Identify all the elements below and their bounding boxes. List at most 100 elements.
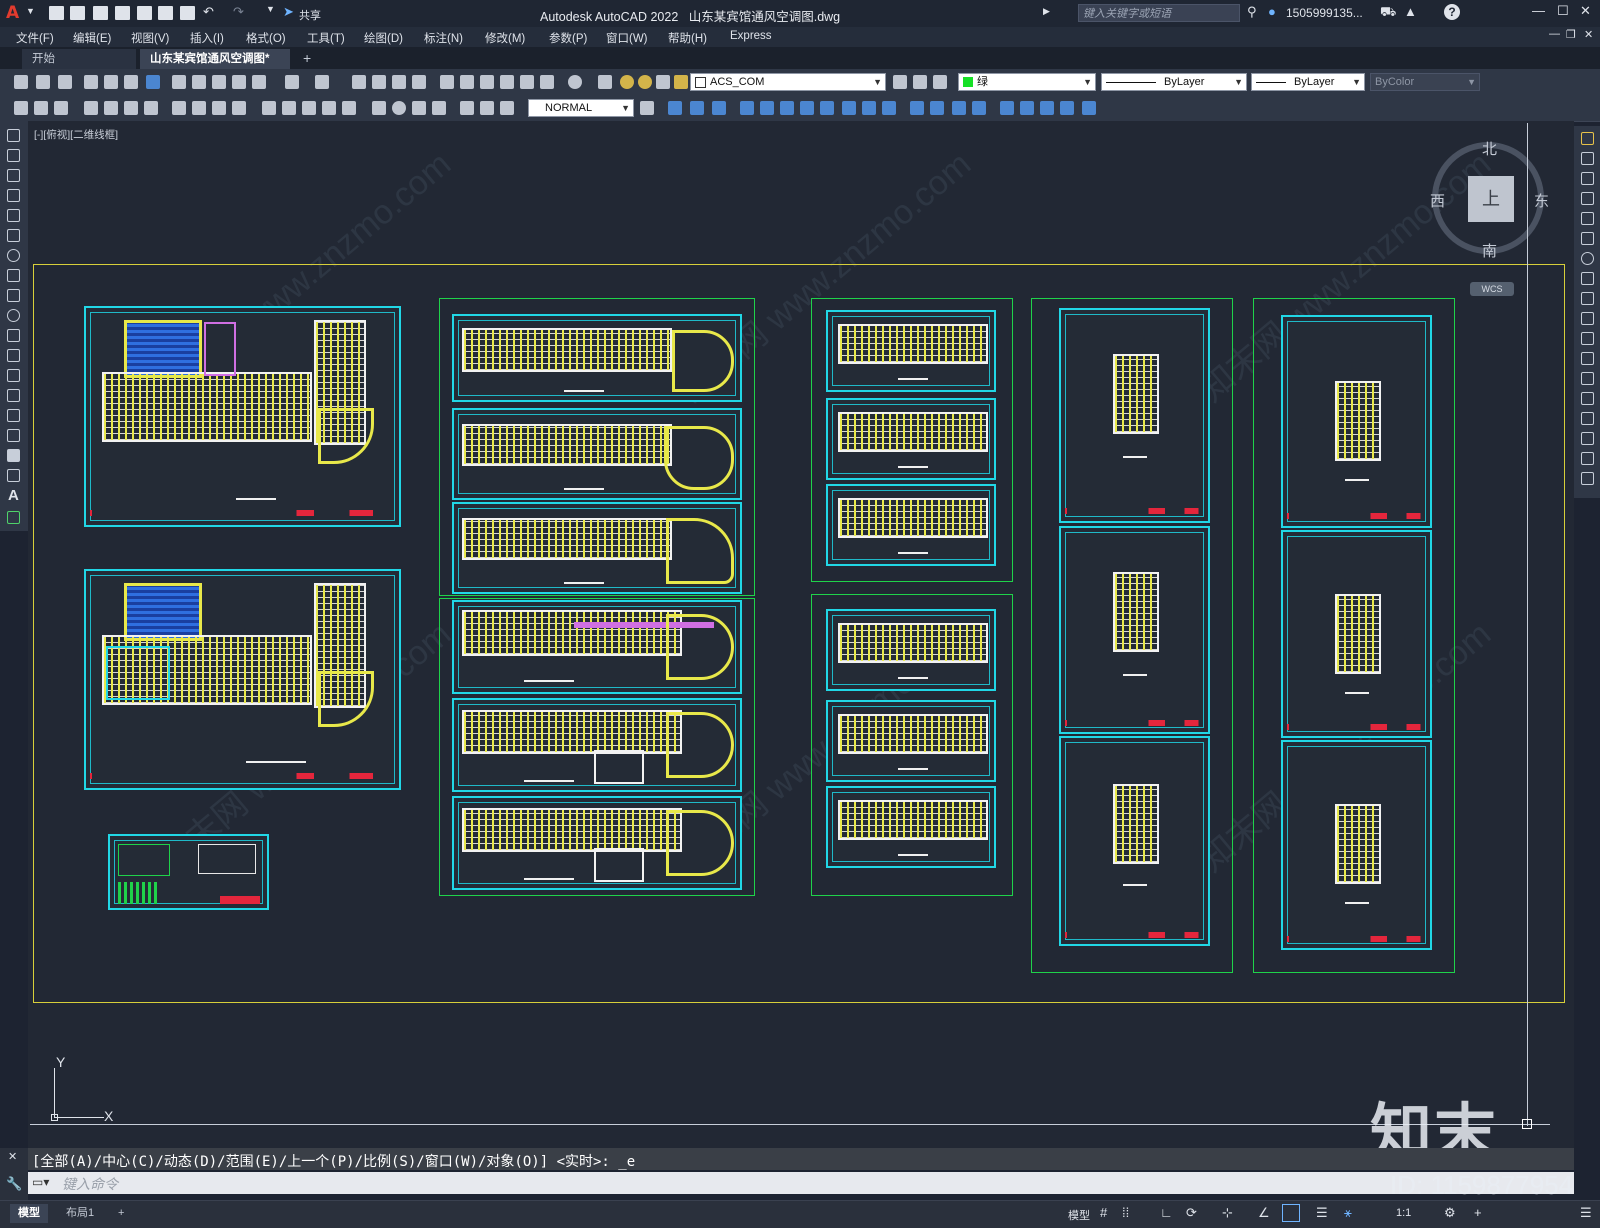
make-block-icon[interactable] — [7, 369, 20, 382]
drawing-sheet[interactable] — [452, 314, 742, 402]
modify-icon-3[interactable] — [712, 101, 726, 115]
layer-vp-icon[interactable] — [656, 75, 670, 89]
tool-icon-2[interactable] — [34, 101, 48, 115]
workspace-gear-icon[interactable]: ⚙ — [1444, 1205, 1456, 1221]
multiline-text-icon[interactable]: A — [8, 487, 19, 504]
open-web-icon[interactable] — [137, 6, 152, 20]
match-properties-icon[interactable] — [232, 75, 246, 89]
polar-icon[interactable]: ⟳ — [1186, 1205, 1197, 1221]
modify-icon-9[interactable] — [842, 101, 856, 115]
zoom-realtime-icon[interactable] — [372, 75, 386, 89]
continue-dim-icon[interactable] — [302, 101, 316, 115]
compass-south[interactable]: 南 — [1482, 240, 1497, 261]
scale-icon[interactable] — [1581, 272, 1594, 285]
mirror-icon[interactable] — [1581, 172, 1594, 185]
add-selected-icon[interactable] — [7, 511, 20, 524]
properties-icon[interactable] — [440, 75, 454, 89]
layer-lock-icon[interactable] — [674, 75, 688, 89]
drawing-sheet[interactable] — [1059, 736, 1210, 946]
jogged-linear-icon[interactable] — [432, 101, 446, 115]
modify-icon-17[interactable] — [1020, 101, 1034, 115]
menu-help[interactable]: 帮助(H) — [668, 30, 707, 46]
drawing-sheet[interactable] — [1281, 530, 1432, 738]
plot-toolbar-icon[interactable] — [84, 75, 98, 89]
modify-icon-10[interactable] — [862, 101, 876, 115]
tab-drawing[interactable]: 山东某宾馆通风空调图* — [140, 49, 290, 69]
modify-icon-2[interactable] — [690, 101, 704, 115]
quick-calc-icon[interactable] — [540, 75, 554, 89]
search-input[interactable]: 键入关键字或短语 — [1078, 4, 1240, 22]
new-icon[interactable] — [14, 75, 28, 89]
ordinate-dim-icon[interactable] — [144, 101, 158, 115]
autodesk-app-icon[interactable]: ▲ — [1404, 4, 1417, 19]
undo-toolbar-icon[interactable] — [285, 75, 299, 89]
menu-modify[interactable]: 修改(M) — [485, 30, 525, 46]
customization-menu-icon[interactable]: ☰ — [1580, 1205, 1592, 1221]
drawing-sheet[interactable] — [826, 310, 996, 392]
publish-icon[interactable] — [124, 75, 138, 89]
tool-icon-1[interactable] — [14, 101, 28, 115]
plot-icon[interactable] — [180, 6, 195, 20]
rectangle-icon[interactable] — [7, 209, 20, 222]
drawing-sheet[interactable] — [826, 609, 996, 691]
customize-wrench-icon[interactable]: 🔧 — [6, 1176, 22, 1192]
cart-icon[interactable]: ⛟ — [1380, 4, 1396, 22]
share-button[interactable]: 共享 — [299, 7, 321, 23]
drawing-sheet[interactable] — [84, 306, 401, 527]
compass-east[interactable]: 东 — [1534, 190, 1549, 211]
radius-dim-icon[interactable] — [172, 101, 186, 115]
command-close-icon[interactable]: ✕ — [8, 1150, 17, 1163]
point-icon[interactable] — [7, 389, 20, 402]
drawing-sheet[interactable] — [1059, 526, 1210, 734]
new-tab-icon[interactable]: + — [303, 50, 311, 66]
menu-parameters[interactable]: 参数(P) — [549, 30, 587, 46]
dim-space-icon[interactable] — [322, 101, 336, 115]
make-layer-current-icon[interactable] — [893, 75, 907, 89]
quick-dim-icon[interactable] — [262, 101, 276, 115]
block-editor-icon[interactable] — [252, 75, 266, 89]
zoom-window-icon[interactable] — [392, 75, 406, 89]
osnap-icon[interactable] — [1282, 1204, 1300, 1222]
construction-line-icon[interactable] — [7, 149, 20, 162]
drawing-sheet[interactable] — [826, 700, 996, 782]
ellipse-icon[interactable] — [7, 309, 20, 322]
move-icon[interactable] — [1581, 232, 1594, 245]
dim-text-edit-icon[interactable] — [480, 101, 494, 115]
minimize-icon[interactable]: — — [1532, 3, 1545, 18]
save-web-icon[interactable] — [158, 6, 173, 20]
model-space-button[interactable]: 模型 — [1068, 1207, 1090, 1223]
tab-start[interactable]: 开始 — [22, 49, 136, 69]
insert-block-icon[interactable] — [7, 349, 20, 362]
menu-express[interactable]: Express — [730, 30, 772, 42]
drawing-sheet[interactable] — [826, 484, 996, 566]
menu-insert[interactable]: 插入(I) — [190, 30, 224, 46]
grid-icon[interactable]: # — [1100, 1205, 1107, 1220]
break-icon[interactable] — [1581, 372, 1594, 385]
modify-icon-4[interactable] — [740, 101, 754, 115]
share-icon[interactable]: ➤ — [283, 4, 294, 20]
modify-icon-14[interactable] — [952, 101, 966, 115]
modify-icon-12[interactable] — [910, 101, 924, 115]
baseline-dim-icon[interactable] — [282, 101, 296, 115]
dim-break-icon[interactable] — [342, 101, 356, 115]
jogged-dim-icon[interactable] — [192, 101, 206, 115]
fillet-icon[interactable] — [1581, 432, 1594, 445]
circle-icon[interactable] — [7, 249, 20, 262]
app-menu-chevron-icon[interactable]: ▼ — [26, 6, 35, 16]
user-account[interactable]: 1505999135... — [1286, 6, 1363, 20]
line-icon[interactable] — [7, 129, 20, 142]
compass-west[interactable]: 西 — [1430, 190, 1445, 211]
hatch-icon[interactable] — [7, 409, 20, 422]
design-center-icon[interactable] — [460, 75, 474, 89]
open-icon[interactable] — [36, 75, 50, 89]
isodraft-icon[interactable]: ⊹ — [1222, 1205, 1233, 1221]
table-icon[interactable] — [7, 469, 20, 482]
sheet-set-icon[interactable] — [500, 75, 514, 89]
array-icon[interactable] — [1581, 212, 1594, 225]
copy-icon[interactable] — [192, 75, 206, 89]
menu-format[interactable]: 格式(O) — [246, 30, 286, 46]
drawing-sheet[interactable] — [452, 698, 742, 792]
diameter-dim-icon[interactable] — [212, 101, 226, 115]
layer-previous-icon[interactable] — [913, 75, 927, 89]
modify-icon-15[interactable] — [972, 101, 986, 115]
